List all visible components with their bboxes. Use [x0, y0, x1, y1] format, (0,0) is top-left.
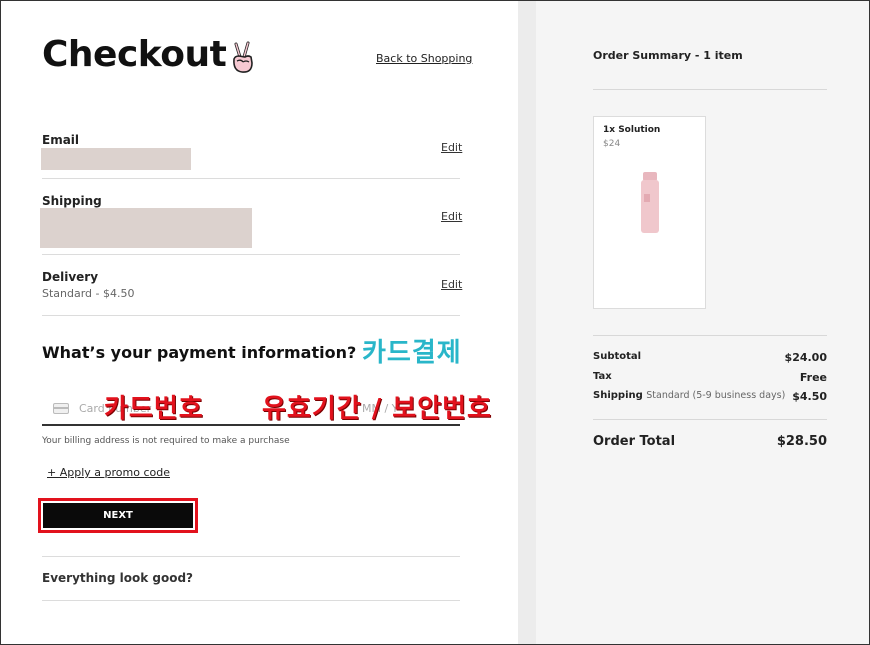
back-to-shopping-link[interactable]: Back to Shopping: [376, 52, 472, 65]
delivery-value: Standard - $4.50: [42, 287, 135, 300]
divider: [42, 556, 460, 557]
product-name: 1x Solution: [603, 125, 661, 135]
subtotal-label: Subtotal: [593, 351, 642, 362]
order-total-value: $28.50: [776, 434, 827, 449]
next-button[interactable]: NEXT: [43, 503, 193, 528]
billing-note: Your billing address is not required to …: [42, 436, 290, 446]
email-redacted-value: [41, 148, 191, 170]
email-label: Email: [42, 133, 80, 147]
peace-hand-icon: [233, 41, 253, 73]
divider: [42, 178, 460, 179]
product-bottle-image: [641, 172, 659, 233]
review-heading: Everything look good?: [42, 571, 193, 585]
shipping-summary-value: $4.50: [792, 390, 827, 403]
shipping-summary-label: Shipping: [593, 390, 643, 401]
annotation-card-number: 카드번호: [104, 394, 204, 424]
product-price: $24: [603, 139, 621, 149]
edit-email-link[interactable]: Edit: [441, 141, 462, 154]
divider: [42, 600, 460, 601]
product-card[interactable]: 1x Solution $24: [593, 116, 706, 309]
edit-shipping-link[interactable]: Edit: [441, 210, 462, 223]
order-summary-panel: [536, 0, 870, 645]
divider: [593, 335, 827, 336]
shipping-redacted-value: [40, 208, 252, 248]
divider: [42, 315, 460, 316]
page-title: Checkout: [42, 34, 227, 75]
edit-delivery-link[interactable]: Edit: [441, 278, 462, 291]
subtotal-value: $24.00: [784, 351, 827, 364]
credit-card-icon: [53, 403, 69, 414]
order-total-label: Order Total: [593, 434, 676, 449]
shipping-label: Shipping: [42, 194, 102, 208]
shipping-row: Shipping Standard (5-9 business days): [593, 390, 785, 401]
tax-value: Free: [799, 371, 827, 384]
panel-gutter: [518, 0, 536, 645]
checkout-panel: Checkout Back to Shopping Email Edit Shi…: [0, 0, 518, 645]
payment-heading: What’s your payment information?: [42, 343, 357, 362]
divider: [593, 89, 827, 90]
apply-promo-link[interactable]: + Apply a promo code: [47, 466, 170, 479]
annotation-expiry-security: 유효기간 / 보안번호: [262, 394, 492, 424]
annotation-card-payment: 카드결제: [362, 338, 462, 368]
shipping-summary-detail: Standard (5-9 business days): [646, 390, 786, 401]
delivery-label: Delivery: [42, 270, 99, 284]
tax-label: Tax: [593, 371, 612, 382]
divider: [42, 254, 460, 255]
order-summary-title: Order Summary - 1 item: [593, 49, 743, 62]
divider: [593, 419, 827, 420]
